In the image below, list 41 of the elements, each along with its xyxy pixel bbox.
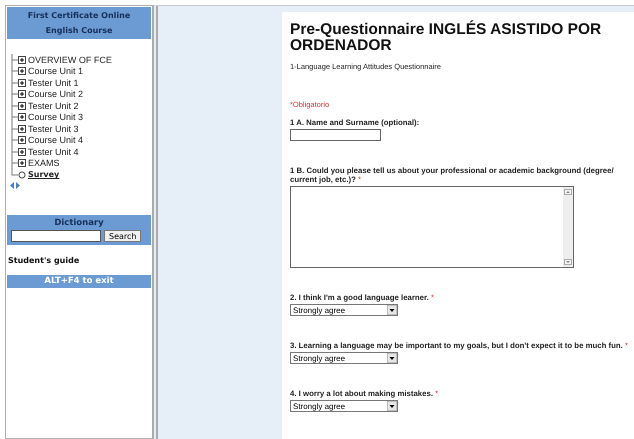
expand-icon[interactable] <box>18 90 26 98</box>
tree-item[interactable]: Course Unit 4 <box>28 135 84 146</box>
dictionary-field[interactable] <box>11 230 101 242</box>
scroll-down-icon[interactable] <box>564 259 572 265</box>
tree-item[interactable]: Tester Unit 3 <box>28 124 79 134</box>
dropdown-arrow-icon <box>387 305 397 315</box>
dictionary-title: Dictionary <box>53 217 105 230</box>
expand-icon[interactable] <box>18 67 26 76</box>
tree-item[interactable]: Tester Unit 1 <box>28 78 79 88</box>
tree-item[interactable]: Survey <box>28 170 60 180</box>
answer-dropdown[interactable]: Strongly agree <box>290 304 398 316</box>
answer-dropdown[interactable]: Strongly agree <box>290 400 398 412</box>
scrollbar[interactable] <box>563 187 573 267</box>
expand-icon[interactable] <box>18 124 26 133</box>
answer-box[interactable] <box>290 186 574 268</box>
dropdown-arrow-icon <box>387 401 397 411</box>
expand-icon[interactable] <box>18 78 26 87</box>
circle-icon <box>18 170 26 179</box>
tree-item[interactable]: Course Unit 2 <box>28 89 84 100</box>
form-title: Pre-Questionnaire INGLÉS ASISTIDO POR ORDENADOR <box>290 22 602 54</box>
expand-icon[interactable] <box>18 102 26 110</box>
tree-item[interactable]: EXAMS <box>28 158 60 168</box>
course-title: First Certificate Online English Course <box>6 6 152 40</box>
dropdown-arrow-icon <box>387 353 397 363</box>
answer-dropdown[interactable]: Strongly agree <box>290 352 398 364</box>
search-button[interactable]: Search <box>104 230 142 242</box>
exit-banner: ALT+F4 to exit <box>6 274 152 289</box>
tree-item[interactable]: Tester Unit 2 <box>28 100 79 111</box>
expand-icon[interactable] <box>18 159 26 168</box>
expand-icon[interactable] <box>18 56 26 64</box>
scroll-up-icon[interactable] <box>564 189 572 195</box>
tree-item[interactable]: Course Unit 3 <box>28 112 84 122</box>
expand-icon[interactable] <box>18 113 26 122</box>
name-field[interactable] <box>290 129 381 141</box>
guide-link[interactable]: Student's guide <box>6 246 152 274</box>
tree-item[interactable]: Tester Unit 4 <box>28 146 79 157</box>
resize-arrows-icon[interactable] <box>10 182 20 188</box>
tree-item[interactable]: OVERVIEW OF FCE <box>28 54 112 65</box>
expand-icon[interactable] <box>18 148 26 156</box>
tree-item[interactable]: Course Unit 1 <box>28 66 84 76</box>
expand-icon[interactable] <box>18 136 26 144</box>
